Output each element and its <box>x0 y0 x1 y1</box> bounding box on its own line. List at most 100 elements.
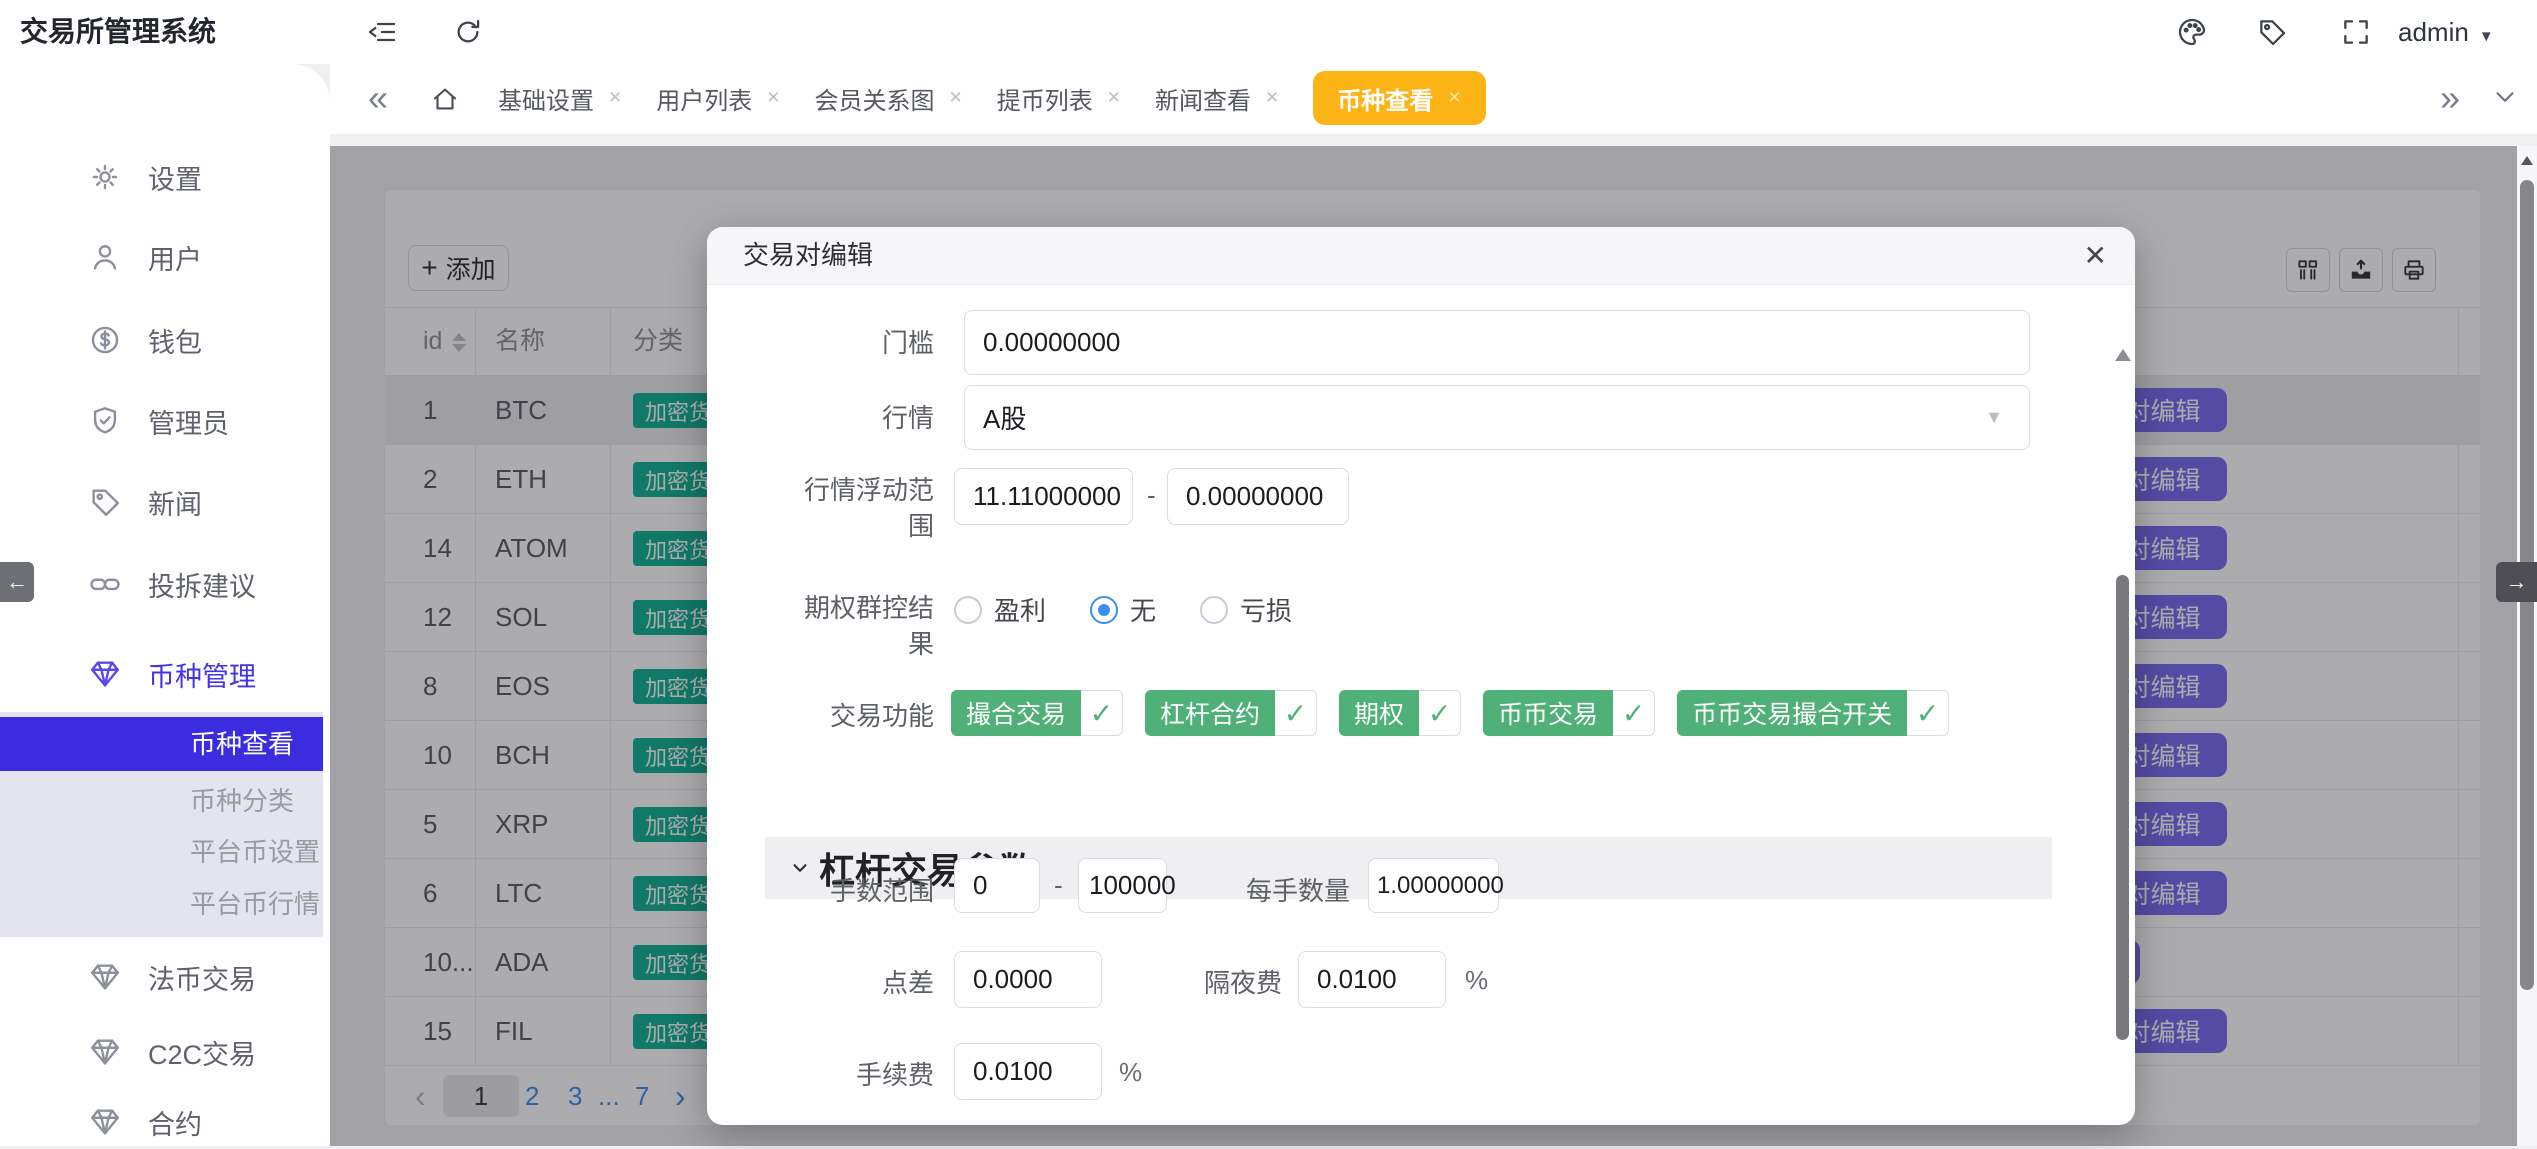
tab-coin-view-active[interactable]: 币种查看✕ <box>1313 71 1485 125</box>
sidebar-item-users[interactable]: 用户 <box>0 230 330 284</box>
float-range-to-input[interactable]: 0.00000000 <box>1167 468 1349 525</box>
dialog-body: 门槛 0.00000000 行情 A股 ▼ 行情浮动范围 11.11000000… <box>707 285 2135 1125</box>
collapse-left-handle[interactable]: ← <box>0 562 34 602</box>
float-range-from-input[interactable]: 11.11000000 <box>954 468 1133 525</box>
sidebar-item-feedback[interactable]: 投拆建议 <box>0 557 330 611</box>
link-icon <box>88 567 122 601</box>
radio-loss-label[interactable]: 亏损 <box>1240 591 1292 628</box>
sidebar: 设置 用户 钱包 管理员 新闻 投拆建议 币种管理 币种查看 币种分类 平台币设… <box>0 64 330 1146</box>
check-icon: ✓ <box>1275 690 1317 736</box>
gear-icon <box>88 160 122 194</box>
sidebar-item-coin-category[interactable]: 币种分类 <box>0 774 323 828</box>
expand-right-handle[interactable]: → <box>2496 562 2537 602</box>
tab-news-view[interactable]: 新闻查看✕ <box>1155 81 1279 116</box>
close-icon[interactable]: ✕ <box>2084 227 2107 284</box>
app-title: 交易所管理系统 <box>20 0 216 64</box>
close-icon[interactable]: ✕ <box>1265 88 1279 108</box>
sidebar-item-c2c-trade[interactable]: C2C交易 <box>0 1025 330 1079</box>
fee-label: 手续费 <box>774 1057 934 1093</box>
trade-feature-toggles: 撮合交易✓ 杠杆合约✓ 期权✓ 币币交易✓ 币币交易撮合开关✓ <box>951 690 1949 736</box>
overnight-unit: % <box>1465 965 1488 996</box>
sidebar-item-settings[interactable]: 设置 <box>0 150 330 204</box>
tab-member-graph[interactable]: 会员关系图✕ <box>815 81 963 116</box>
per-lot-input[interactable]: 1.00000000 <box>1368 858 1499 913</box>
tag-icon <box>88 485 122 519</box>
overnight-label: 隔夜费 <box>1152 965 1282 1001</box>
gem-icon <box>88 1035 122 1069</box>
feature-option[interactable]: 期权✓ <box>1339 690 1461 736</box>
feature-lever-contract[interactable]: 杠杆合约✓ <box>1145 690 1317 736</box>
dollar-circle-icon <box>88 323 122 357</box>
radio-profit[interactable] <box>954 596 982 624</box>
sidebar-item-wallet[interactable]: 钱包 <box>0 313 330 367</box>
tab-base-settings[interactable]: 基础设置✕ <box>498 81 622 116</box>
market-label: 行情 <box>774 400 934 436</box>
dialog-header: 交易对编辑 ✕ <box>707 227 2135 285</box>
dialog-scrollbar-thumb[interactable] <box>2116 575 2129 1040</box>
sidebar-item-platform-coin-settings[interactable]: 平台币设置 <box>0 825 323 879</box>
radio-loss[interactable] <box>1200 596 1228 624</box>
tab-menu-chevron-icon[interactable] <box>2490 82 2520 112</box>
sidebar-submenu: 币种查看 币种分类 平台币设置 平台币行情 <box>0 712 323 937</box>
feature-coin-trade[interactable]: 币币交易✓ <box>1483 690 1655 736</box>
close-icon[interactable]: ✕ <box>1447 88 1461 108</box>
tab-bar: « 基础设置✕ 用户列表✕ 会员关系图✕ 提币列表✕ 新闻查看✕ 币种查看✕ » <box>330 64 2537 135</box>
fullscreen-icon[interactable] <box>2340 16 2372 48</box>
radio-none-label[interactable]: 无 <box>1130 591 1156 628</box>
gem-icon <box>88 1105 122 1139</box>
sidebar-item-fiat-trade[interactable]: 法币交易 <box>0 950 330 1004</box>
close-icon[interactable]: ✕ <box>949 88 963 108</box>
threshold-input[interactable]: 0.00000000 <box>964 310 2030 375</box>
feature-matching-trade[interactable]: 撮合交易✓ <box>951 690 1123 736</box>
tag-icon[interactable] <box>2256 16 2288 48</box>
lots-to-input[interactable]: 100000 <box>1078 858 1167 913</box>
menu-fold-icon[interactable] <box>366 16 398 48</box>
close-icon[interactable]: ✕ <box>1107 88 1121 108</box>
refresh-icon[interactable] <box>452 16 484 48</box>
page-scrollbar[interactable] <box>2517 146 2537 1146</box>
overnight-input[interactable]: 0.0100 <box>1298 951 1446 1008</box>
theme-palette-icon[interactable] <box>2176 16 2208 48</box>
radio-profit-label[interactable]: 盈利 <box>994 591 1046 628</box>
user-menu[interactable]: admin▼ <box>2398 0 2494 69</box>
arrow-left-icon: ← <box>6 569 28 595</box>
sidebar-item-admins[interactable]: 管理员 <box>0 394 330 448</box>
home-icon[interactable] <box>430 84 460 114</box>
fee-input[interactable]: 0.0100 <box>954 1043 1102 1100</box>
lots-range-label: 手数范围 <box>774 873 934 909</box>
per-lot-label: 每手数量 <box>1200 873 1350 909</box>
check-icon: ✓ <box>1419 690 1461 736</box>
sidebar-item-news[interactable]: 新闻 <box>0 475 330 529</box>
tabs-scroll-right[interactable]: » <box>2440 64 2460 132</box>
scroll-up-arrow-icon[interactable] <box>2521 156 2533 165</box>
sidebar-item-platform-coin-market[interactable]: 平台币行情 <box>0 877 323 931</box>
dialog-scroll-up-icon[interactable] <box>2115 349 2131 361</box>
radio-none-selected[interactable] <box>1090 596 1118 624</box>
gem-icon <box>88 960 122 994</box>
market-select[interactable]: A股 ▼ <box>964 385 2030 450</box>
feature-coin-trade-matching-switch[interactable]: 币币交易撮合开关✓ <box>1677 690 1949 736</box>
float-range-label: 行情浮动范围 <box>784 472 934 544</box>
trade-features-label: 交易功能 <box>774 698 934 734</box>
user-name: admin <box>2398 17 2469 47</box>
top-bar: 交易所管理系统 admin▼ <box>0 0 2537 64</box>
sidebar-group-coin-management[interactable]: 币种管理 <box>0 647 330 701</box>
sidebar-item-coin-view[interactable]: 币种查看 <box>0 717 323 771</box>
threshold-label: 门槛 <box>774 325 934 361</box>
close-icon[interactable]: ✕ <box>766 88 780 108</box>
sidebar-item-contract[interactable]: 合约 <box>0 1095 330 1149</box>
fee-unit: % <box>1119 1057 1142 1088</box>
option-control-radios: 盈利 无 亏损 <box>954 591 1336 628</box>
spread-input[interactable]: 0.0000 <box>954 951 1102 1008</box>
shield-check-icon <box>88 404 122 438</box>
tab-list: 基础设置✕ 用户列表✕ 会员关系图✕ 提币列表✕ 新闻查看✕ 币种查看✕ <box>498 64 1486 132</box>
range-separator: - <box>1147 480 1156 511</box>
lots-from-input[interactable]: 0 <box>954 858 1040 913</box>
user-icon <box>88 240 122 274</box>
close-icon[interactable]: ✕ <box>608 88 622 108</box>
gem-icon <box>88 657 122 691</box>
tab-withdraw-list[interactable]: 提币列表✕ <box>997 81 1121 116</box>
chevron-down-icon: ▼ <box>1985 407 2003 428</box>
tabs-scroll-left[interactable]: « <box>368 64 388 132</box>
tab-user-list[interactable]: 用户列表✕ <box>656 81 780 116</box>
